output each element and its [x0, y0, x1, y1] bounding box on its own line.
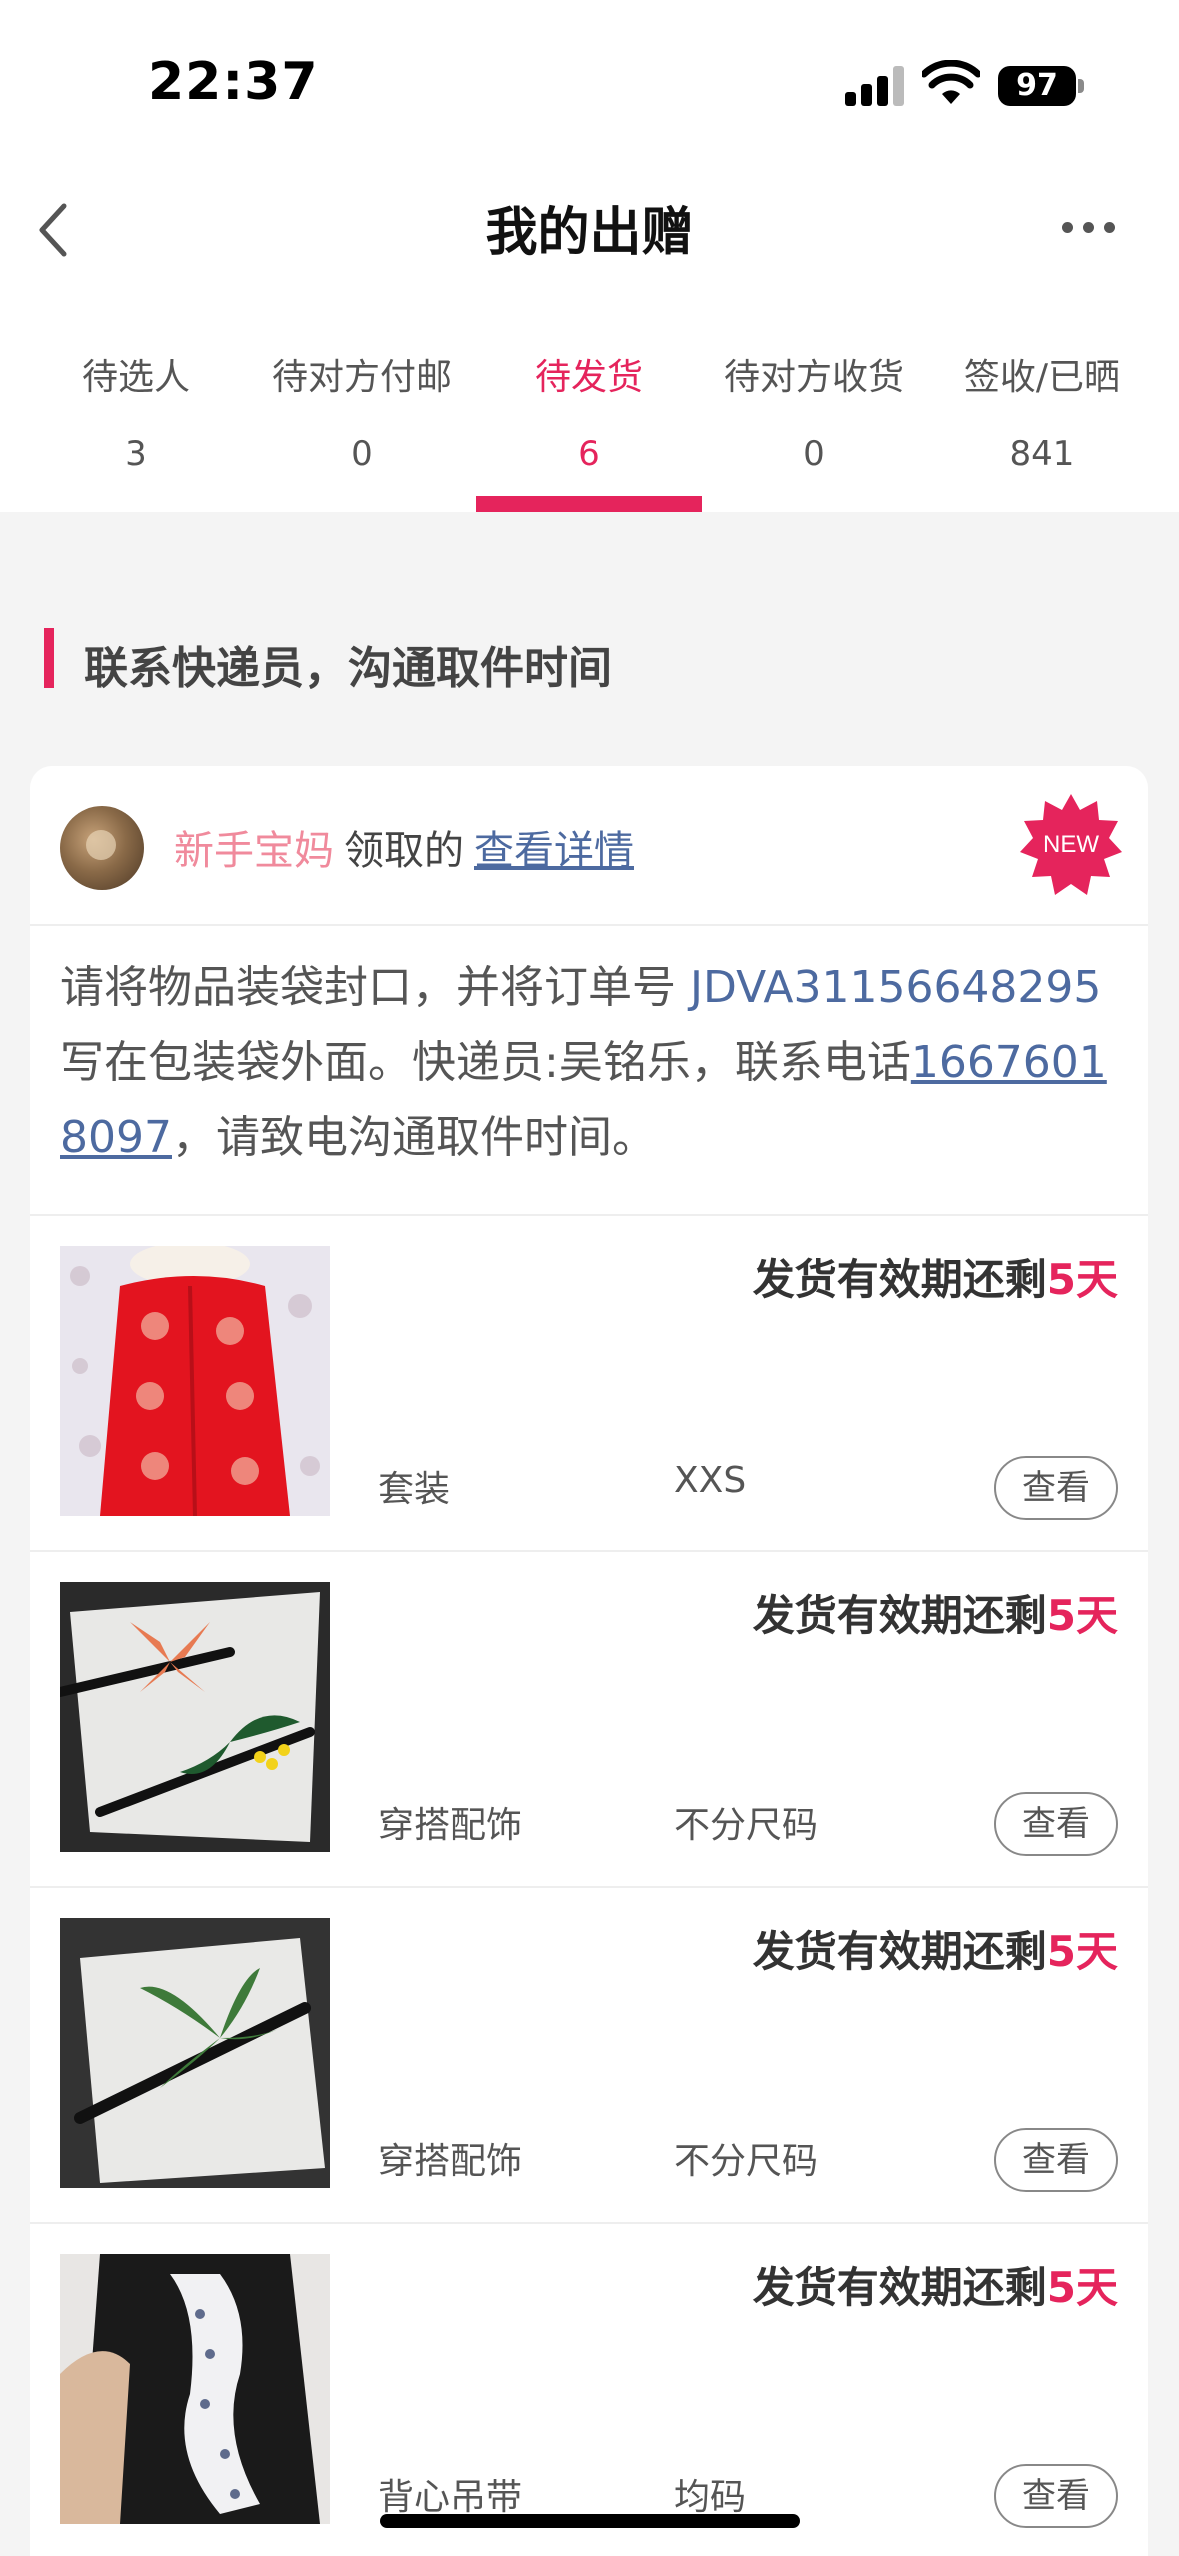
recipient-name[interactable]: 新手宝妈 [174, 828, 334, 874]
tab-label: 待选人 [81, 357, 190, 398]
notice-middle: 写在包装袋外面。快递员:吴铭乐，联系电话 [60, 1037, 911, 1088]
item-category: 穿搭配饰 [378, 2141, 523, 2182]
list-item: 发货有效期还剩5天 穿搭配饰 不分尺码 查看 [30, 1888, 1148, 2224]
notice-suffix: ，请致电沟通取件时间。 [171, 1112, 656, 1163]
item-size: 不分尺码 [674, 2141, 819, 2182]
item-photo[interactable] [60, 1582, 330, 1852]
tab-pending-postage[interactable]: 待对方付邮 0 [244, 300, 480, 512]
status-bar: 22:37 97 [0, 0, 1179, 160]
days-remaining: 5天 [1046, 1591, 1118, 1640]
status-time: 22:37 [148, 52, 319, 112]
avatar[interactable] [60, 806, 144, 890]
item-size: 不分尺码 [674, 1805, 819, 1846]
tab-pending-shipment[interactable]: 待发货 6 [471, 300, 707, 512]
tab-count: 3 [125, 434, 147, 474]
notice-prefix: 请将物品装袋封口，并将订单号 [60, 962, 690, 1013]
more-dots-icon[interactable] [1062, 222, 1116, 236]
tab-count: 841 [1009, 434, 1075, 474]
deadline-label: 发货有效期还剩 [752, 1927, 1047, 1976]
tab-pending-receipt[interactable]: 待对方收货 0 [696, 300, 932, 512]
list-item: 发货有效期还剩5天 背心吊带 均码 查看 [30, 2224, 1148, 2556]
item-photo[interactable] [60, 1918, 330, 2188]
view-button[interactable]: 查看 [994, 2464, 1118, 2528]
claim-label: 领取的 [344, 828, 464, 874]
tab-count: 0 [803, 434, 825, 474]
days-remaining: 5天 [1046, 2263, 1118, 2312]
tab-label: 待发货 [534, 357, 643, 398]
tab-label: 待对方付邮 [271, 357, 452, 398]
tab-label: 签收/已晒 [963, 357, 1121, 398]
page-title: 我的出赠 [485, 203, 694, 263]
nav-bar: 我的出赠 [0, 160, 1179, 300]
wifi-icon [922, 60, 980, 104]
new-badge: NEW [1020, 794, 1122, 895]
order-number: JDVA31156648295 [690, 962, 1102, 1013]
tab-label: 待对方收货 [723, 357, 904, 398]
order-card: 新手宝妈 领取的 查看详情 NEW 请将物品装袋封口，并将订单号 JDVA31156… [30, 766, 1148, 2556]
order-card-header: 新手宝妈 领取的 查看详情 NEW [30, 766, 1148, 926]
tab-count: 0 [351, 434, 373, 474]
deadline-label: 发货有效期还剩 [752, 1255, 1047, 1304]
item-size: 均码 [674, 2477, 747, 2518]
view-button[interactable]: 查看 [994, 1792, 1118, 1856]
tab-received[interactable]: 签收/已晒 841 [924, 300, 1160, 512]
claim-line: 新手宝妈 领取的 查看详情 [174, 818, 634, 876]
ship-deadline: 发货有效期还剩5天 [753, 2254, 1118, 2315]
battery-tip [1078, 79, 1084, 93]
item-category: 穿搭配饰 [378, 1805, 523, 1846]
home-indicator [380, 2514, 800, 2528]
new-badge-text: NEW [1043, 831, 1099, 858]
list-item: 发货有效期还剩5天 穿搭配饰 不分尺码 查看 [30, 1552, 1148, 1888]
cellular-signal-icon [845, 66, 905, 106]
ship-deadline: 发货有效期还剩5天 [753, 1246, 1118, 1307]
tab-count: 6 [578, 434, 600, 474]
active-tab-indicator [476, 496, 702, 512]
section-title: 联系快递员，沟通取件时间 [84, 643, 612, 694]
view-button[interactable]: 查看 [994, 1456, 1118, 1520]
days-remaining: 5天 [1046, 1927, 1118, 1976]
deadline-label: 发货有效期还剩 [752, 2263, 1047, 2312]
days-remaining: 5天 [1046, 1255, 1118, 1304]
item-photo[interactable] [60, 1246, 330, 1516]
list-item: 发货有效期还剩5天 套装 XXS 查看 [30, 1216, 1148, 1552]
item-category: 背心吊带 [378, 2477, 523, 2518]
battery-indicator: 97 [998, 66, 1076, 106]
shipping-instructions: 请将物品装袋封口，并将订单号 JDVA31156648295 写在包装袋外面。快… [60, 950, 1130, 1175]
ship-deadline: 发货有效期还剩5天 [753, 1582, 1118, 1643]
view-details-link[interactable]: 查看详情 [474, 828, 634, 874]
page: 22:37 97 我的出赠 待选人 3 待对方付邮 0 待发货 6 待对方收货 … [0, 0, 1179, 2556]
item-category: 套装 [378, 1469, 451, 1510]
deadline-label: 发货有效期还剩 [752, 1591, 1047, 1640]
item-size: XXS [674, 1460, 747, 1501]
ship-deadline: 发货有效期还剩5天 [753, 1918, 1118, 1979]
item-photo[interactable] [60, 2254, 330, 2524]
status-tabs: 待选人 3 待对方付邮 0 待发货 6 待对方收货 0 签收/已晒 841 [0, 300, 1179, 512]
tab-pending-selection[interactable]: 待选人 3 [18, 300, 254, 512]
view-button[interactable]: 查看 [994, 2128, 1118, 2192]
section-accent-bar [44, 628, 54, 688]
